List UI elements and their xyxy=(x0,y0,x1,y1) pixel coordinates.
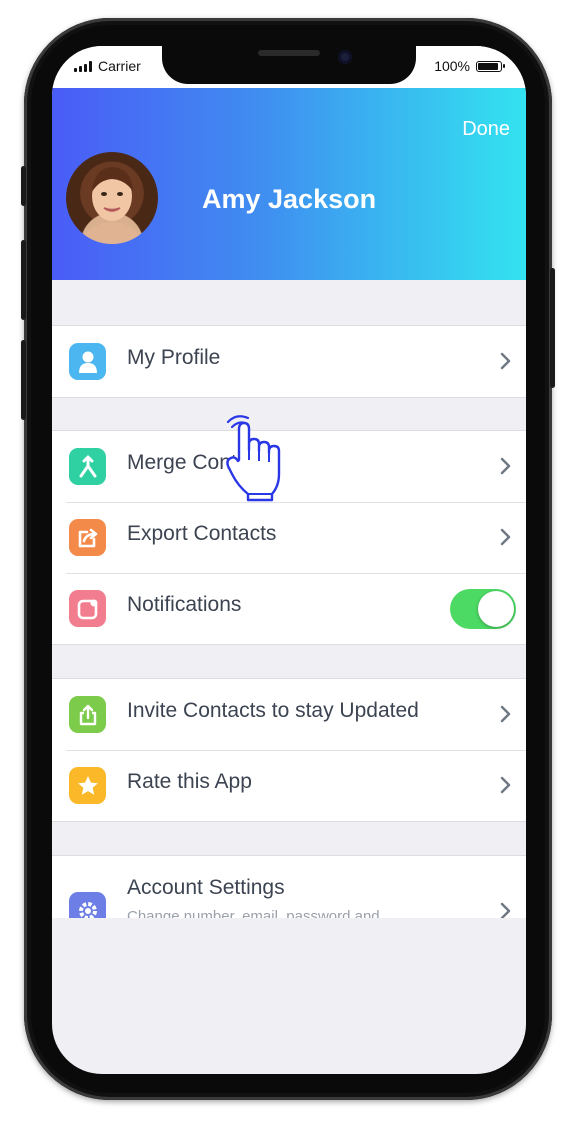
avatar-face-icon xyxy=(80,167,144,244)
profile-section: My Profile xyxy=(52,325,526,398)
account-settings-label: Account Settings xyxy=(127,876,285,899)
my-profile-label: My Profile xyxy=(127,346,221,369)
front-camera xyxy=(338,50,352,64)
notifications-row: Notifications xyxy=(52,573,526,644)
chevron-right-icon xyxy=(500,528,511,546)
chevron-right-icon xyxy=(500,352,511,370)
export-icon xyxy=(69,519,106,556)
tap-hand-icon xyxy=(226,415,281,502)
rate-app-row[interactable]: Rate this App xyxy=(52,750,526,821)
person-icon xyxy=(69,343,106,380)
rate-app-label: Rate this App xyxy=(127,770,252,793)
chevron-right-icon xyxy=(500,705,511,723)
speaker-grille xyxy=(258,50,320,56)
done-button[interactable]: Done xyxy=(462,118,510,141)
invite-contacts-row[interactable]: Invite Contacts to stay Updated xyxy=(52,679,526,750)
signal-icon xyxy=(74,60,92,72)
share-icon xyxy=(69,696,106,733)
notifications-label: Notifications xyxy=(127,593,242,616)
gear-icon xyxy=(69,892,106,918)
chevron-right-icon xyxy=(500,776,511,794)
account-settings-row[interactable]: Account Settings Change number, email, p… xyxy=(52,856,526,918)
carrier-label: Carrier xyxy=(98,58,141,74)
account-settings-subtitle: Change number, email, password and... xyxy=(127,908,393,918)
battery-icon xyxy=(476,60,505,72)
avatar xyxy=(66,152,158,244)
profile-header: Done Amy Jackson xyxy=(52,88,526,280)
power-button xyxy=(550,268,555,388)
notification-icon xyxy=(69,590,106,627)
settings-section: Account Settings Change number, email, p… xyxy=(52,855,526,918)
notch xyxy=(162,46,416,84)
share-section: Invite Contacts to stay Updated Rate thi… xyxy=(52,678,526,822)
volume-up-button xyxy=(21,240,26,320)
mute-switch xyxy=(21,166,26,206)
chevron-right-icon xyxy=(500,457,511,475)
user-name: Amy Jackson xyxy=(202,184,377,214)
merge-contacts-row[interactable]: Merge Contacts xyxy=(52,431,526,502)
status-bar: Carrier 100% xyxy=(52,46,526,88)
volume-down-button xyxy=(21,340,26,420)
notifications-toggle[interactable] xyxy=(450,589,516,629)
star-icon xyxy=(69,767,106,804)
toggle-knob xyxy=(478,591,514,627)
screen: Carrier 100% Done Amy Jackson My Profile… xyxy=(52,46,526,1074)
chevron-right-icon xyxy=(500,902,511,918)
export-contacts-row[interactable]: Export Contacts xyxy=(52,502,526,573)
invite-contacts-label: Invite Contacts to stay Updated xyxy=(127,699,419,722)
export-contacts-label: Export Contacts xyxy=(127,522,277,545)
my-profile-row[interactable]: My Profile xyxy=(52,326,526,397)
contacts-section: Merge Contacts Export Contacts Notificat… xyxy=(52,430,526,645)
battery-percent: 100% xyxy=(434,58,470,74)
merge-icon xyxy=(69,448,106,485)
